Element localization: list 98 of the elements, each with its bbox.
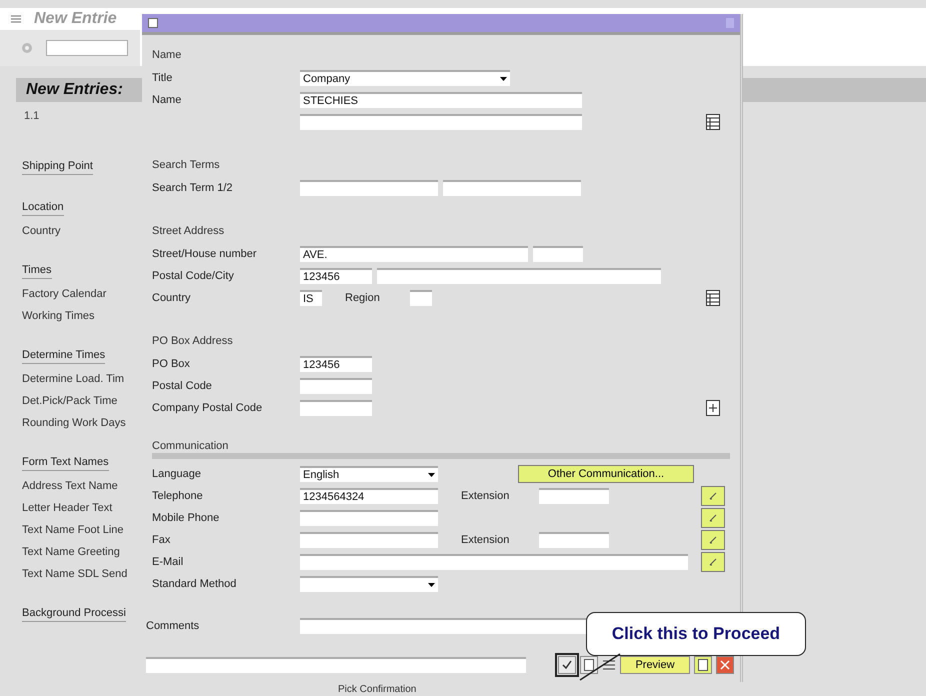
field-label: Comments — [146, 620, 200, 632]
confirm-button[interactable] — [558, 656, 576, 674]
document-icon — [698, 659, 708, 671]
field-label: Language — [152, 468, 201, 480]
field-action-button[interactable] — [701, 486, 725, 506]
section-title: Search Terms — [152, 158, 220, 173]
input-field[interactable]: 123456 — [300, 356, 372, 372]
field-label: PO Box — [152, 358, 190, 370]
menu-item[interactable]: Text Name Greeting — [22, 541, 120, 563]
field-label: Extension — [461, 490, 510, 502]
field-label: Country — [152, 292, 191, 304]
menu-item[interactable]: Det.Pick/Pack Time — [22, 390, 118, 412]
field-label: Postal Code — [152, 380, 212, 392]
field-action-button[interactable] — [701, 530, 725, 550]
input-field[interactable] — [300, 554, 688, 570]
check-icon — [561, 659, 573, 671]
toolbar-button[interactable] — [694, 656, 712, 674]
input-field[interactable] — [300, 510, 438, 526]
input-field[interactable] — [300, 532, 438, 548]
table-icon[interactable] — [704, 112, 722, 132]
input-field[interactable] — [533, 246, 583, 262]
menu-item[interactable]: Determine Load. Tim — [22, 368, 124, 390]
pencil-icon — [708, 491, 718, 501]
section-heading[interactable]: Location — [22, 199, 64, 216]
field-label: Extension — [461, 534, 510, 546]
page-title: New Entries: — [26, 81, 123, 99]
section-title: Name — [152, 48, 182, 63]
list-icon[interactable] — [602, 659, 616, 671]
caret-icon — [428, 583, 435, 587]
field-label: Fax — [152, 534, 170, 546]
callout-tooltip: Click this to Proceed — [586, 612, 806, 656]
field-action-button[interactable] — [701, 508, 725, 528]
menu-item[interactable]: Address Text Name — [22, 475, 118, 497]
field-label: Mobile Phone — [152, 512, 220, 524]
field-label: Name — [152, 94, 182, 106]
input-field[interactable]: 1234564324 — [300, 488, 438, 504]
field-action-button[interactable] — [701, 552, 725, 572]
section-heading[interactable]: Background Processi — [22, 605, 126, 622]
field-label: Street/House number — [152, 248, 257, 260]
caret-icon — [428, 473, 435, 477]
field-label: Telephone — [152, 490, 203, 502]
input-field[interactable]: AVE. — [300, 246, 528, 262]
field-label: Title — [152, 72, 172, 84]
menu-item[interactable]: Rounding Work Days — [22, 412, 126, 434]
cancel-button[interactable] — [716, 656, 734, 674]
menu-item[interactable]: Text Name Foot Line — [22, 519, 124, 541]
input-field[interactable] — [300, 378, 372, 394]
section-heading[interactable]: Form Text Names — [22, 454, 109, 471]
gear-icon[interactable] — [20, 41, 34, 55]
input-field[interactable]: IS — [300, 290, 322, 306]
input-field[interactable] — [443, 180, 581, 196]
input-field[interactable] — [146, 657, 526, 673]
status-text: Pick Confirmation — [338, 684, 416, 695]
menu-item[interactable]: Letter Header Text — [22, 497, 112, 519]
dropdown-field[interactable]: Company — [300, 70, 510, 86]
input-field[interactable] — [539, 488, 610, 504]
field-label: Company Postal Code — [152, 402, 262, 414]
dropdown-field[interactable] — [300, 576, 438, 592]
section-title: Communication — [152, 439, 730, 459]
other-communication-button[interactable]: Other Communication... — [518, 465, 694, 483]
dropdown-field[interactable]: English — [300, 466, 438, 482]
field-label: Search Term 1/2 — [152, 182, 233, 194]
input-field[interactable]: 123456 — [300, 268, 372, 284]
caret-icon — [500, 77, 507, 81]
item-code: 1.1 — [24, 110, 40, 122]
window-icon — [148, 18, 158, 28]
section-heading[interactable]: Determine Times — [22, 347, 106, 364]
pencil-icon — [708, 557, 718, 567]
document-icon — [584, 659, 594, 671]
menu-item[interactable]: Working Times — [22, 305, 95, 327]
page-header: New Entrie — [34, 10, 117, 28]
menu-icon[interactable] — [10, 14, 22, 24]
field-label: E-Mail — [152, 556, 184, 568]
section-heading[interactable]: Times — [22, 262, 52, 279]
pencil-icon — [708, 513, 718, 523]
menu-item[interactable]: Factory Calendar — [22, 283, 106, 305]
section-title: Street Address — [152, 224, 224, 239]
input-field[interactable] — [539, 532, 610, 548]
table-icon[interactable] — [704, 288, 722, 308]
leader-line — [578, 652, 622, 682]
command-field[interactable] — [46, 40, 128, 56]
table-add-icon[interactable] — [704, 398, 722, 418]
menu-item[interactable]: Country — [22, 220, 61, 242]
input-field[interactable] — [300, 400, 372, 416]
input-field[interactable] — [300, 180, 438, 196]
input-field[interactable] — [300, 114, 582, 130]
pencil-icon — [708, 535, 718, 545]
preview-button[interactable]: Preview — [620, 656, 690, 674]
section-title: PO Box Address — [152, 334, 233, 349]
section-heading[interactable]: Shipping Point — [22, 158, 93, 175]
menu-item[interactable]: Text Name SDL Send — [22, 563, 128, 585]
field-label: Standard Method — [152, 578, 236, 590]
input-field[interactable]: STECHIES — [300, 92, 582, 108]
toolbar-button[interactable] — [580, 656, 598, 674]
field-label: Region — [345, 292, 380, 304]
field-label: Postal Code/City — [152, 270, 234, 282]
input-field[interactable] — [410, 290, 432, 306]
input-field[interactable] — [377, 268, 661, 284]
